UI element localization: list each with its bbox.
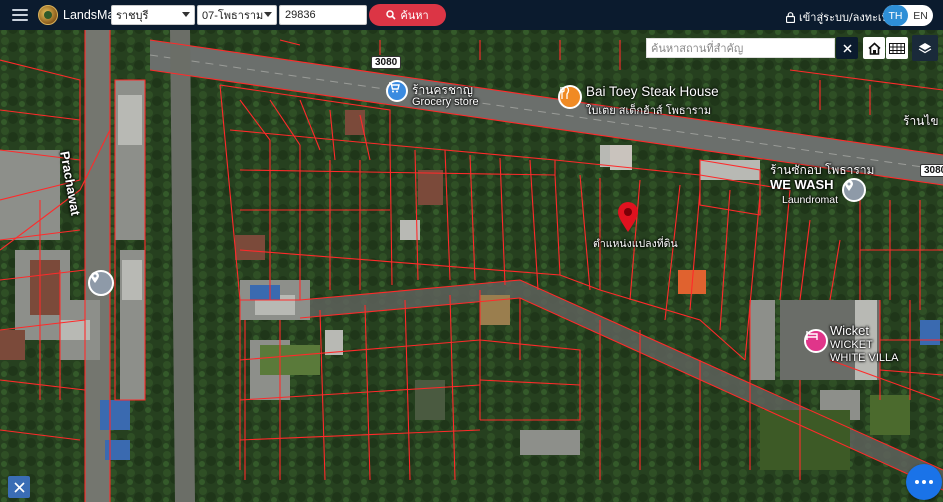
chevron-down-icon xyxy=(264,12,272,17)
close-icon xyxy=(842,43,852,53)
menu-icon[interactable] xyxy=(12,9,28,21)
lock-icon xyxy=(786,11,795,23)
home-button[interactable] xyxy=(863,37,885,59)
search-icon xyxy=(386,10,396,20)
wicket-label-1: Wicket xyxy=(830,323,869,338)
pin-icon[interactable] xyxy=(88,270,114,296)
road-sign-3080-left: 3080 xyxy=(371,56,402,69)
steak-label-en: Bai Toey Steak House xyxy=(586,84,719,99)
more-icon xyxy=(915,480,919,484)
layers-button[interactable] xyxy=(912,35,938,61)
steak-label-th: ใบเตย สเต็กฮ้าส์ โพธาราม xyxy=(586,105,712,117)
grid-toggle-button[interactable] xyxy=(886,37,908,59)
deed-number-value: 29836 xyxy=(285,9,316,21)
language-toggle: TH EN xyxy=(883,5,933,26)
province-select-value: ราชบุรี xyxy=(116,10,149,22)
satellite-map[interactable]: 3080 3080 Prachawat ร้านครชาญ Grocery st… xyxy=(0,30,943,502)
home-icon xyxy=(867,41,881,55)
search-button[interactable]: ค้นหา xyxy=(369,4,446,26)
bed-icon[interactable] xyxy=(804,329,828,353)
fork-knife-icon[interactable] xyxy=(558,85,582,109)
laundry-pin-icon[interactable] xyxy=(842,178,866,202)
wicket-label-2: WICKET xyxy=(830,339,873,351)
logo-badge-icon xyxy=(38,5,58,25)
cart-icon[interactable] xyxy=(386,80,408,102)
tool-icon xyxy=(13,481,25,493)
more-icon-dot xyxy=(922,480,926,484)
district-select[interactable]: 07-โพธาราม xyxy=(197,5,277,25)
place-search-input[interactable]: ค้นหาสถานที่สำคัญ xyxy=(646,38,835,58)
lang-en-button[interactable]: EN xyxy=(908,5,933,26)
district-select-value: 07-โพธาราม xyxy=(202,10,264,22)
parcel-location-label: ตำแหน่งแปลงที่ดิน xyxy=(593,238,678,250)
chevron-down-icon xyxy=(182,12,190,17)
wicket-label-3: WHITE VILLA xyxy=(830,352,899,364)
layers-icon xyxy=(918,42,932,53)
tool-button[interactable] xyxy=(8,476,30,498)
road-sign-3080-right: 3080 xyxy=(920,164,943,177)
more-icon-dot xyxy=(929,480,933,484)
grid-icon xyxy=(889,42,905,54)
laundry-type-label: Laundromat xyxy=(782,194,839,206)
close-search-button[interactable] xyxy=(836,37,858,59)
province-select[interactable]: ราชบุรี xyxy=(111,5,195,25)
search-button-label: ค้นหา xyxy=(400,9,429,22)
deed-number-input[interactable]: 29836 xyxy=(279,5,367,25)
lang-th-button[interactable]: TH xyxy=(883,5,908,26)
grocery-label-en: Grocery store xyxy=(412,96,479,108)
right-edge-label: ร้านไข xyxy=(903,114,939,128)
laundry-label-en: WE WASH xyxy=(770,177,834,192)
location-marker-icon[interactable] xyxy=(617,201,639,233)
more-button[interactable] xyxy=(906,464,942,500)
